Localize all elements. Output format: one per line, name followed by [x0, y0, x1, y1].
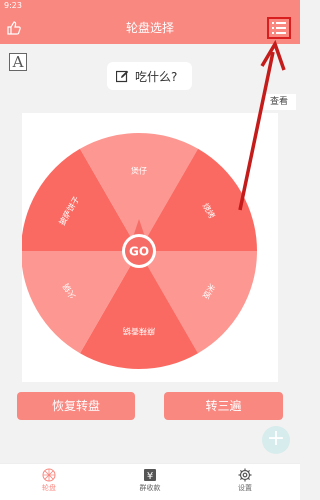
plus-icon: + [266, 426, 286, 451]
list-icon [272, 22, 286, 34]
status-bar: 9:23 [0, 0, 300, 12]
bottom-nav: 轮盘 ¥ 群收款 设置 [0, 463, 300, 500]
question-card[interactable]: 吃什么? [107, 62, 192, 90]
view-tooltip: 查看 [262, 94, 296, 110]
nav-item-settings[interactable]: 设置 [215, 464, 275, 500]
spin-three-times-button[interactable]: 转三遍 [164, 392, 283, 420]
yen-icon: ¥ [144, 469, 156, 482]
nav-item-wheel[interactable]: 轮盘 [19, 464, 79, 500]
app-bar: 轮盘选择 [0, 12, 300, 44]
svg-text:¥: ¥ [147, 471, 153, 482]
status-time: 9:23 [4, 1, 22, 10]
nav-label-wheel: 轮盘 [42, 484, 56, 492]
wheel-icon [42, 468, 56, 482]
font-size-button[interactable]: A [9, 53, 27, 71]
page-title: 轮盘选择 [125, 21, 174, 35]
add-button[interactable]: + [262, 426, 290, 454]
go-button-label: GO [129, 245, 149, 259]
wheel-card: 披萨饼子 煲仔 烧烤 米饭 麻辣香锅 火锅 GO [22, 113, 278, 382]
list-view-button[interactable] [267, 17, 291, 39]
nav-label-group-payment: 群收款 [139, 484, 161, 492]
edit-icon [116, 70, 129, 82]
reset-wheel-button[interactable]: 恢复转盘 [17, 392, 135, 420]
gear-icon [238, 468, 252, 482]
question-text: 吃什么? [135, 69, 178, 84]
nav-label-settings: 设置 [238, 484, 252, 492]
nav-item-group-payment[interactable]: ¥ 群收款 [120, 464, 180, 500]
wheel-segment-label: 麻辣香锅 [123, 327, 155, 337]
wheel-segment-label: 煲仔 [131, 165, 147, 175]
spin-wheel[interactable]: 披萨饼子煲仔烧烤米饭麻辣香锅火锅GO [22, 113, 278, 382]
